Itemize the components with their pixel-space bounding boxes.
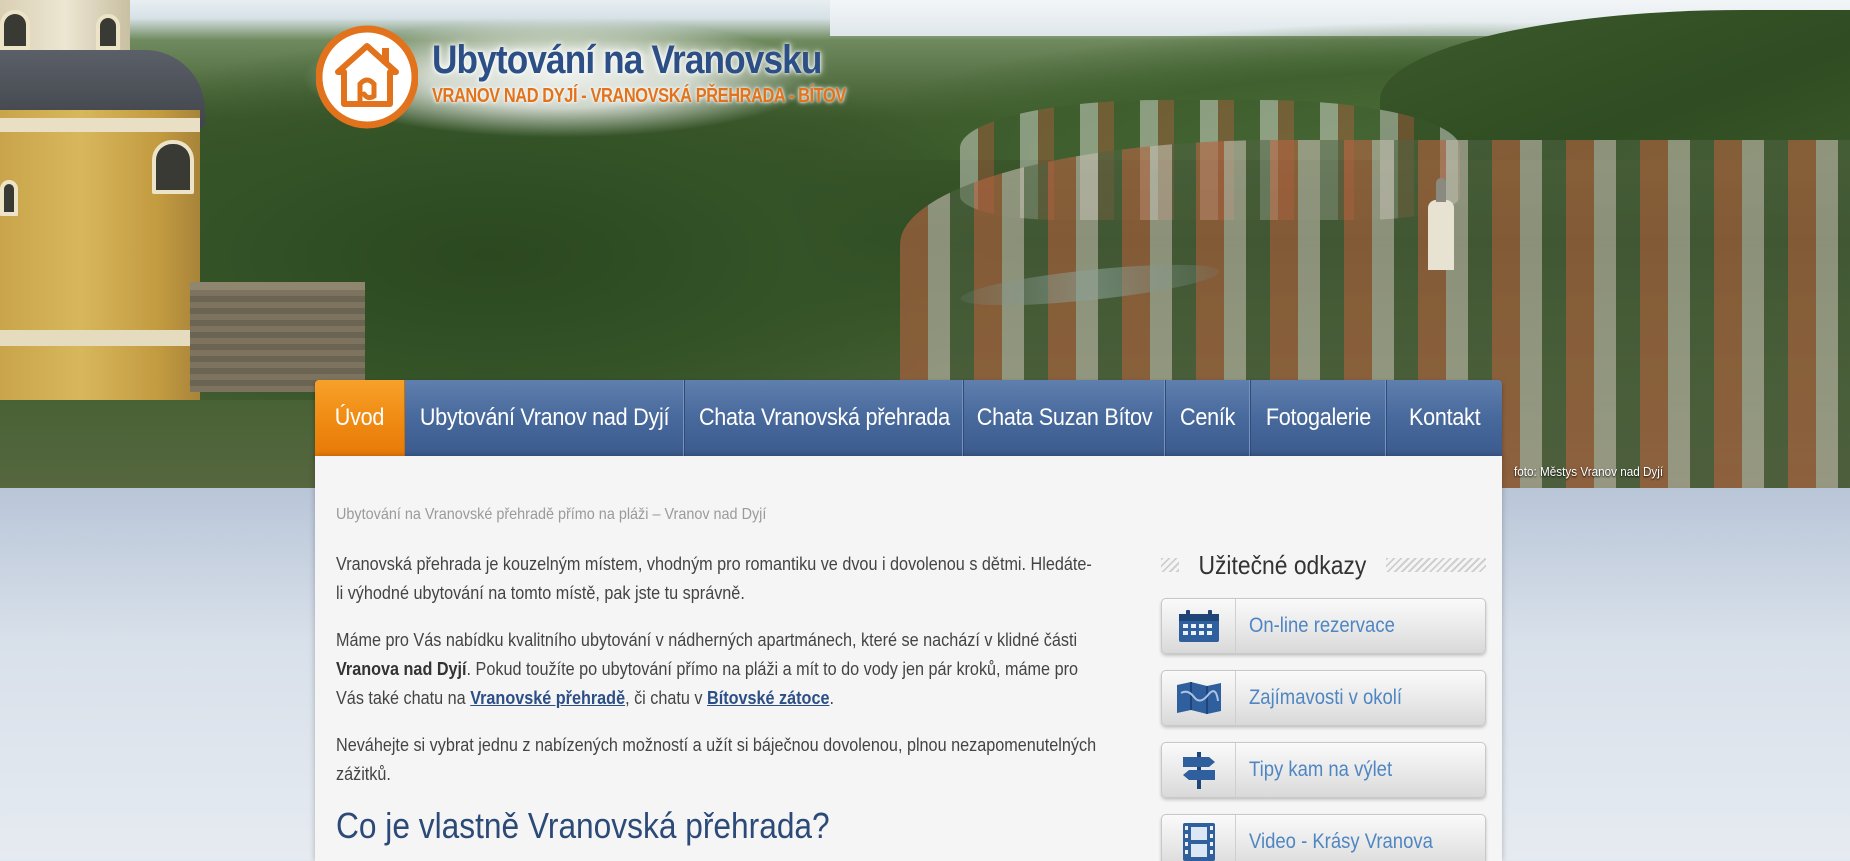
sidebar-link-video[interactable]: Video - Krásy Vranova [1161,814,1486,861]
content-area: Ubytování na Vranovské přehradě přímo na… [315,456,1502,861]
nav-item-cenik[interactable]: Ceník [1166,380,1251,456]
section-heading: Co je vlastně Vranovská přehrada? [336,805,830,846]
nav-item-kontakt[interactable]: Kontakt [1387,380,1502,456]
banner-castle-tower [0,0,210,400]
nav-item-chata-vranovska-prehrada[interactable]: Chata Vranovská přehrada [685,380,964,456]
nav-item-chata-suzan-bitov[interactable]: Chata Suzan Bítov [964,380,1166,456]
nav-item-fotogalerie[interactable]: Fotogalerie [1251,380,1387,456]
main-article: Vranovská přehrada je kouzelným místem, … [336,550,1097,846]
house-logo-icon [315,24,419,130]
banner-castle-wall [190,282,365,392]
nav-item-ubytovani-vranov[interactable]: Ubytování Vranov nad Dyjí [405,380,685,456]
closing-paragraph: Neváhejte si vybrat jednu z nabízených m… [336,735,1097,784]
link-bitovska-zatoka[interactable]: Bítovské zátoce [707,688,829,708]
sidebar-link-tipy-vylet[interactable]: Tipy kam na výlet [1161,742,1486,798]
useful-links-sidebar: Užitečné odkazy On-line rezervace Zajíma… [1161,548,1486,861]
calendar-icon [1162,599,1236,653]
offer-paragraph: Máme pro Vás nabídku kvalitního ubytován… [336,630,1078,708]
sidebar-link-online-rezervace[interactable]: On-line rezervace [1161,598,1486,654]
intro-paragraph: Vranovská přehrada je kouzelným místem, … [336,554,1092,603]
photo-credit: foto: Městys Vranov nad Dyjí [1514,464,1664,479]
sidebar-link-zajimavosti[interactable]: Zajímavosti v okolí [1161,670,1486,726]
site-title: Ubytování na Vranovsku [432,38,822,82]
highlight-vranov: Vranova nad Dyjí [336,659,467,679]
map-icon [1162,671,1236,725]
link-vranovska-prehrada[interactable]: Vranovské přehradě [470,688,625,708]
main-navigation: Úvod Ubytování Vranov nad Dyjí Chata Vra… [315,380,1502,456]
signpost-icon [1162,743,1236,797]
film-icon [1162,815,1236,861]
site-logo[interactable]: Ubytování na Vranovsku VRANOV NAD DYJÍ -… [315,24,937,130]
breadcrumb: Ubytování na Vranovské přehradě přímo na… [336,506,767,523]
banner-church [1428,178,1454,270]
site-subtitle: VRANOV NAD DYJÍ - VRANOVSKÁ PŘEHRADA - B… [432,85,846,107]
sidebar-title: Užitečné odkazy [1161,548,1486,582]
nav-item-uvod[interactable]: Úvod [315,380,405,456]
